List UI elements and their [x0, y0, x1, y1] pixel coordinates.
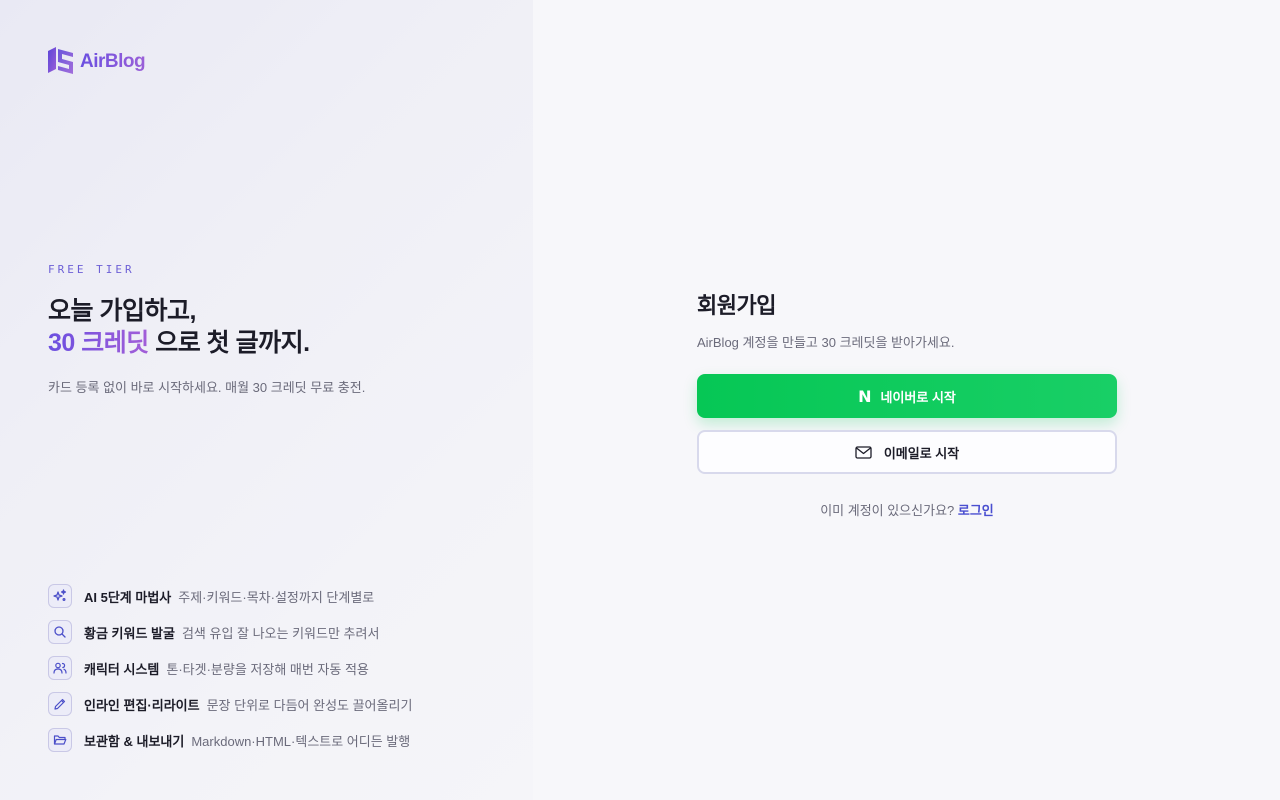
naver-logo-icon: N [858, 386, 872, 406]
feature-item: 인라인 편집·리라이트 문장 단위로 다듬어 완성도 끌어올리기 [48, 692, 412, 716]
hero-headline: 오늘 가입하고, 30 크레딧 으로 첫 글까지. [48, 295, 310, 359]
signup-form: 회원가입 AirBlog 계정을 만들고 30 크레딧을 받아가세요. N 네이… [697, 288, 1117, 519]
feature-list: AI 5단계 마법사 주제·키워드·목차·설정까지 단계별로 황금 키워드 발굴… [48, 584, 412, 764]
feature-title: 인라인 편집·리라이트 [84, 697, 200, 713]
naver-signup-label: 네이버로 시작 [880, 389, 956, 405]
feature-title: 보관함 & 내보내기 [84, 733, 185, 749]
folder-icon [48, 728, 72, 752]
feature-desc: 문장 단위로 다듬어 완성도 끌어올리기 [206, 697, 413, 713]
eyebrow-label: FREE TIER [48, 263, 135, 276]
feature-title: AI 5단계 마법사 [84, 589, 172, 605]
email-signup-label: 이메일로 시작 [883, 445, 960, 461]
feature-desc: 주제·키워드·목차·설정까지 단계별로 [178, 589, 375, 605]
headline-line-1: 오늘 가입하고, [48, 297, 196, 325]
feature-item: AI 5단계 마법사 주제·키워드·목차·설정까지 단계별로 [48, 584, 412, 608]
logo-mark-icon [48, 47, 73, 74]
signup-title: 회원가입 [697, 293, 776, 318]
left-panel: AirBlog FREE TIER 오늘 가입하고, 30 크레딧 으로 첫 글… [0, 0, 533, 800]
feature-desc: 톤·타겟·분량을 저장해 매번 자동 적용 [166, 661, 369, 677]
mail-icon [855, 445, 872, 459]
signup-subtitle: AirBlog 계정을 만들고 30 크레딧을 받아가세요. [697, 335, 955, 350]
users-icon [48, 656, 72, 680]
feature-desc: 검색 유입 잘 나오는 키워드만 추려서 [181, 625, 380, 641]
headline-rest: 으로 첫 글까지. [148, 329, 310, 357]
email-signup-button[interactable]: 이메일로 시작 [697, 430, 1117, 474]
brand-logo[interactable]: AirBlog [48, 47, 146, 76]
naver-signup-button[interactable]: N 네이버로 시작 [697, 374, 1117, 418]
brand-name: AirBlog [80, 50, 146, 72]
feature-item: 황금 키워드 발굴 검색 유입 잘 나오는 키워드만 추려서 [48, 620, 412, 644]
login-prompt-row: 이미 계정이 있으신가요? 로그인 [697, 500, 1117, 519]
headline-accent: 30 크레딧 [48, 329, 149, 357]
hero-subline: 카드 등록 없이 바로 시작하세요. 매월 30 크레딧 무료 충전. [48, 380, 366, 395]
feature-title: 캐릭터 시스템 [84, 661, 160, 677]
search-icon [48, 620, 72, 644]
pencil-icon [48, 692, 72, 716]
feature-desc: Markdown·HTML·텍스트로 어디든 발행 [191, 733, 411, 749]
feature-item: 보관함 & 내보내기 Markdown·HTML·텍스트로 어디든 발행 [48, 728, 412, 752]
sparkles-icon [48, 584, 72, 608]
login-link[interactable]: 로그인 [958, 503, 994, 518]
feature-title: 황금 키워드 발굴 [84, 625, 175, 641]
headline-line-2: 30 크레딧 으로 첫 글까지. [48, 327, 310, 359]
login-prompt-text: 이미 계정이 있으신가요? [820, 503, 955, 518]
feature-item: 캐릭터 시스템 톤·타겟·분량을 저장해 매번 자동 적용 [48, 656, 412, 680]
